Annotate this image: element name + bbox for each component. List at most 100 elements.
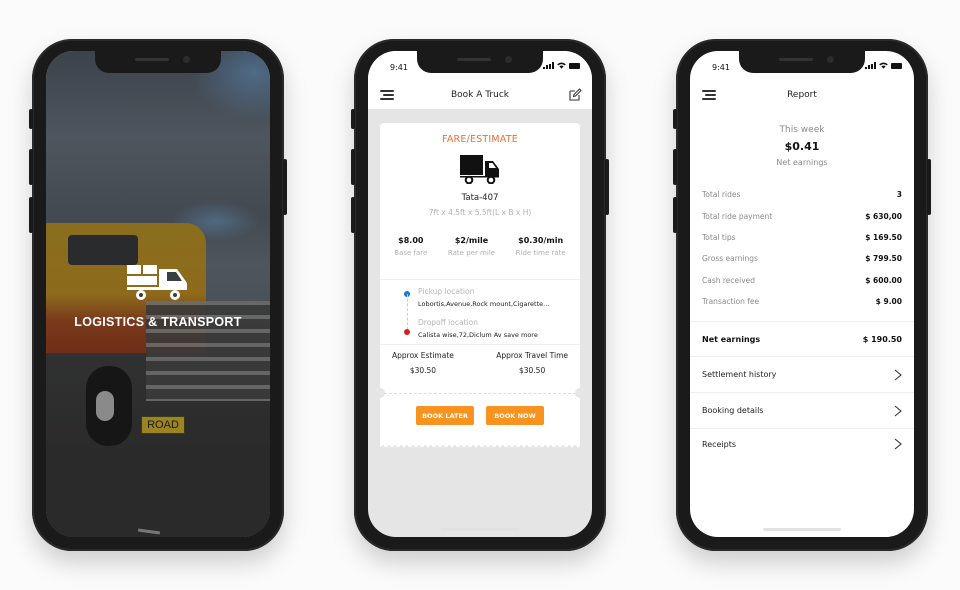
stat-row: Cash received $ 600.00	[702, 270, 902, 291]
booking-details-link[interactable]: Booking details	[690, 393, 914, 429]
estimate-label: Approx Travel Time	[496, 351, 568, 360]
delivery-truck-icon	[127, 265, 187, 300]
hamburger-menu-icon[interactable]	[380, 90, 394, 100]
chevron-right-icon	[894, 369, 902, 380]
battery-icon	[891, 62, 902, 69]
ticket-notch	[575, 388, 585, 398]
settlement-history-link[interactable]: Settlement history	[690, 357, 914, 393]
stat-value: $ 169.50	[865, 232, 902, 242]
rate-value: $2/mile	[454, 236, 489, 245]
dropoff-label: Dropoff location	[418, 318, 478, 327]
signal-icon	[543, 62, 554, 69]
net-earnings-amount: $0.41	[784, 140, 820, 153]
wifi-icon	[557, 62, 566, 69]
perforation-line	[384, 393, 576, 394]
status-time: 9:41	[390, 63, 408, 72]
pickup-label: Pickup location	[418, 287, 475, 296]
app-logo: LOGISTICS & TRANSPORT	[46, 263, 270, 329]
battery-icon	[569, 62, 580, 69]
fare-estimate-title: FARE/ESTIMATE	[442, 134, 518, 145]
stat-label: Transaction fee	[702, 297, 760, 307]
hamburger-menu-icon[interactable]	[702, 90, 716, 100]
fare-estimate-card: FARE/ESTIMATE Tata-407 7ft x 4.5ft x 5.5…	[375, 123, 585, 450]
dropoff-dot-icon	[404, 329, 410, 335]
stat-row: Transaction fee $ 9.00	[702, 291, 902, 312]
rate-label: Rate per mile	[447, 249, 496, 257]
mute-switch	[351, 109, 355, 129]
period-label: This week	[779, 125, 825, 135]
volume-up-button	[673, 149, 677, 185]
rate-label: Ride time rate	[515, 249, 566, 257]
volume-up-button	[29, 149, 33, 185]
book-later-button[interactable]: BOOK LATER	[416, 406, 474, 425]
stat-value: 3	[896, 190, 902, 200]
stat-label: Cash received	[702, 275, 756, 285]
stat-value: $ 799.50	[865, 254, 902, 264]
rate-label: Base fare	[394, 249, 428, 257]
rate-base-fare: $8.00 Base fare	[394, 236, 427, 257]
divider	[380, 344, 580, 345]
stat-label: Total rides	[702, 190, 741, 200]
power-button	[927, 159, 931, 215]
rate-value: $0.30/min	[518, 236, 564, 245]
status-time: 9:41	[712, 63, 730, 72]
volume-down-button	[351, 197, 355, 233]
page-title: Book A Truck	[450, 90, 510, 100]
notch	[739, 51, 865, 73]
stat-label: Total tips	[702, 232, 736, 242]
report-screen: 9:41 Report This week $0.41 Net earnings	[690, 51, 914, 537]
stat-row: Total tips $ 169.50	[702, 227, 902, 248]
app-header: Book A Truck	[368, 83, 592, 107]
truck-window-photo	[68, 235, 138, 265]
booking-screen: 9:41 Book A Truck FARE/ESTIMATE Tata-407…	[368, 51, 592, 537]
splash-screen: ROAD LOGISTICS & TRANSPORT	[46, 51, 270, 537]
truck-name: Tata-407	[461, 193, 499, 203]
phone-report: 9:41 Report This week $0.41 Net earnings	[673, 39, 931, 551]
rate-per-mile: $2/mile Rate per mile	[448, 236, 495, 257]
home-indicator[interactable]	[441, 528, 519, 531]
showcase-stage: ROAD LOGISTICS & TRANSPORT 9:41 Book A T…	[0, 0, 960, 590]
stat-row: Total rides 3	[702, 184, 902, 205]
road-sign: ROAD	[141, 416, 185, 434]
road-photo	[46, 447, 270, 537]
estimates-row: Approx Estimate $30.50 Approx Travel Tim…	[380, 351, 580, 375]
rate-value: $8.00	[398, 236, 424, 245]
rate-ride-time: $0.30/min Ride time rate	[516, 236, 566, 257]
volume-down-button	[673, 197, 677, 233]
power-button	[283, 159, 287, 215]
link-label: Settlement history	[702, 370, 777, 379]
wifi-icon	[879, 62, 888, 69]
phone-booking: 9:41 Book A Truck FARE/ESTIMATE Tata-407…	[351, 39, 609, 551]
estimate-value: $30.50	[518, 366, 546, 375]
rates-row: $8.00 Base fare $2/mile Rate per mile $0…	[380, 236, 580, 257]
mute-switch	[673, 109, 677, 129]
stat-label: Total ride payment	[702, 211, 773, 221]
app-header: Report	[690, 83, 914, 107]
route-line	[406, 294, 408, 330]
home-indicator[interactable]	[763, 528, 841, 531]
truck-icon	[460, 155, 499, 184]
dropoff-address[interactable]: Calista wise,72,Diclum Av save more	[418, 331, 538, 339]
earnings-summary: This week $0.41 Net earnings	[690, 125, 914, 167]
stat-value: $ 600.00	[865, 275, 902, 285]
stat-row: Total ride payment $ 630,00	[702, 205, 902, 226]
stat-label: Gross earnings	[702, 254, 758, 264]
receipts-link[interactable]: Receipts	[690, 429, 914, 459]
pickup-address[interactable]: Lobortis,Avenue,Rock mount,Cigarette...	[418, 300, 549, 308]
mute-switch	[29, 109, 33, 129]
chevron-right-icon	[894, 405, 902, 416]
notch	[417, 51, 543, 73]
approx-estimate: Approx Estimate $30.50	[392, 351, 454, 375]
notch	[95, 51, 221, 73]
stat-value: $ 630,00	[865, 211, 902, 221]
earnings-stats: Total rides 3 Total ride payment $ 630,0…	[702, 184, 902, 312]
link-label: Booking details	[702, 406, 764, 415]
edit-icon[interactable]	[568, 88, 582, 102]
splash-title: LOGISTICS & TRANSPORT	[74, 315, 242, 329]
book-now-button[interactable]: BOOK NOW	[486, 406, 544, 425]
estimate-label: Approx Estimate	[392, 351, 454, 360]
truck-hub-photo	[96, 391, 114, 421]
volume-up-button	[351, 149, 355, 185]
approx-travel-time: Approx Travel Time $30.50	[496, 351, 568, 375]
truck-dimensions: 7ft x 4.5ft x 5.5ft(L x B x H)	[428, 208, 532, 217]
